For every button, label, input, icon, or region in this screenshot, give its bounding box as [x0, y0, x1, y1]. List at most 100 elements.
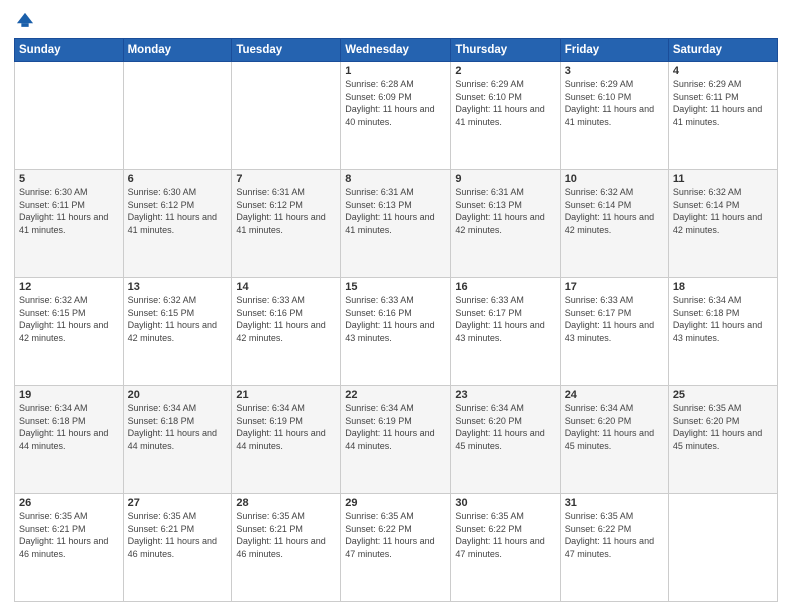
day-info: Sunrise: 6:34 AMSunset: 6:19 PMDaylight:… [236, 402, 336, 452]
day-info: Sunrise: 6:33 AMSunset: 6:17 PMDaylight:… [565, 294, 664, 344]
calendar-week-row: 26Sunrise: 6:35 AMSunset: 6:21 PMDayligh… [15, 494, 778, 602]
day-info: Sunrise: 6:35 AMSunset: 6:21 PMDaylight:… [19, 510, 119, 560]
day-number: 21 [236, 389, 336, 401]
calendar-header-row: SundayMondayTuesdayWednesdayThursdayFrid… [15, 39, 778, 62]
day-number: 13 [128, 281, 228, 293]
calendar-week-row: 1Sunrise: 6:28 AMSunset: 6:09 PMDaylight… [15, 62, 778, 170]
calendar-cell: 30Sunrise: 6:35 AMSunset: 6:22 PMDayligh… [451, 494, 560, 602]
day-info: Sunrise: 6:35 AMSunset: 6:21 PMDaylight:… [236, 510, 336, 560]
day-info: Sunrise: 6:29 AMSunset: 6:10 PMDaylight:… [455, 78, 555, 128]
day-info: Sunrise: 6:34 AMSunset: 6:19 PMDaylight:… [345, 402, 446, 452]
day-info: Sunrise: 6:35 AMSunset: 6:22 PMDaylight:… [565, 510, 664, 560]
day-number: 12 [19, 281, 119, 293]
calendar-week-row: 19Sunrise: 6:34 AMSunset: 6:18 PMDayligh… [15, 386, 778, 494]
day-info: Sunrise: 6:30 AMSunset: 6:11 PMDaylight:… [19, 186, 119, 236]
calendar-cell: 8Sunrise: 6:31 AMSunset: 6:13 PMDaylight… [341, 170, 451, 278]
day-info: Sunrise: 6:35 AMSunset: 6:22 PMDaylight:… [345, 510, 446, 560]
calendar-cell: 16Sunrise: 6:33 AMSunset: 6:17 PMDayligh… [451, 278, 560, 386]
day-number: 19 [19, 389, 119, 401]
day-number: 16 [455, 281, 555, 293]
calendar-header-sunday: Sunday [15, 39, 124, 62]
calendar-header-saturday: Saturday [668, 39, 777, 62]
calendar-cell: 26Sunrise: 6:35 AMSunset: 6:21 PMDayligh… [15, 494, 124, 602]
day-info: Sunrise: 6:32 AMSunset: 6:15 PMDaylight:… [19, 294, 119, 344]
calendar-cell: 29Sunrise: 6:35 AMSunset: 6:22 PMDayligh… [341, 494, 451, 602]
day-number: 23 [455, 389, 555, 401]
day-number: 29 [345, 497, 446, 509]
calendar-cell: 21Sunrise: 6:34 AMSunset: 6:19 PMDayligh… [232, 386, 341, 494]
day-info: Sunrise: 6:34 AMSunset: 6:18 PMDaylight:… [128, 402, 228, 452]
calendar-cell: 20Sunrise: 6:34 AMSunset: 6:18 PMDayligh… [123, 386, 232, 494]
day-number: 20 [128, 389, 228, 401]
calendar-cell [232, 62, 341, 170]
day-info: Sunrise: 6:31 AMSunset: 6:13 PMDaylight:… [345, 186, 446, 236]
calendar-header-tuesday: Tuesday [232, 39, 341, 62]
day-number: 28 [236, 497, 336, 509]
day-info: Sunrise: 6:34 AMSunset: 6:20 PMDaylight:… [455, 402, 555, 452]
header [14, 10, 778, 32]
calendar-cell: 28Sunrise: 6:35 AMSunset: 6:21 PMDayligh… [232, 494, 341, 602]
day-number: 1 [345, 65, 446, 77]
calendar-cell: 14Sunrise: 6:33 AMSunset: 6:16 PMDayligh… [232, 278, 341, 386]
calendar-cell [668, 494, 777, 602]
calendar-cell: 24Sunrise: 6:34 AMSunset: 6:20 PMDayligh… [560, 386, 668, 494]
day-number: 17 [565, 281, 664, 293]
calendar-week-row: 12Sunrise: 6:32 AMSunset: 6:15 PMDayligh… [15, 278, 778, 386]
day-info: Sunrise: 6:32 AMSunset: 6:14 PMDaylight:… [565, 186, 664, 236]
day-number: 2 [455, 65, 555, 77]
day-info: Sunrise: 6:33 AMSunset: 6:16 PMDaylight:… [236, 294, 336, 344]
day-number: 30 [455, 497, 555, 509]
day-number: 6 [128, 173, 228, 185]
day-number: 27 [128, 497, 228, 509]
calendar-header-wednesday: Wednesday [341, 39, 451, 62]
page: SundayMondayTuesdayWednesdayThursdayFrid… [0, 0, 792, 612]
calendar-header-friday: Friday [560, 39, 668, 62]
day-info: Sunrise: 6:34 AMSunset: 6:20 PMDaylight:… [565, 402, 664, 452]
calendar-table: SundayMondayTuesdayWednesdayThursdayFrid… [14, 38, 778, 602]
day-info: Sunrise: 6:30 AMSunset: 6:12 PMDaylight:… [128, 186, 228, 236]
day-info: Sunrise: 6:31 AMSunset: 6:12 PMDaylight:… [236, 186, 336, 236]
day-info: Sunrise: 6:29 AMSunset: 6:11 PMDaylight:… [673, 78, 773, 128]
calendar-cell: 1Sunrise: 6:28 AMSunset: 6:09 PMDaylight… [341, 62, 451, 170]
day-info: Sunrise: 6:31 AMSunset: 6:13 PMDaylight:… [455, 186, 555, 236]
calendar-cell: 3Sunrise: 6:29 AMSunset: 6:10 PMDaylight… [560, 62, 668, 170]
calendar-cell: 9Sunrise: 6:31 AMSunset: 6:13 PMDaylight… [451, 170, 560, 278]
day-number: 26 [19, 497, 119, 509]
day-info: Sunrise: 6:35 AMSunset: 6:21 PMDaylight:… [128, 510, 228, 560]
calendar-cell: 11Sunrise: 6:32 AMSunset: 6:14 PMDayligh… [668, 170, 777, 278]
calendar-cell: 7Sunrise: 6:31 AMSunset: 6:12 PMDaylight… [232, 170, 341, 278]
calendar-cell: 10Sunrise: 6:32 AMSunset: 6:14 PMDayligh… [560, 170, 668, 278]
day-info: Sunrise: 6:34 AMSunset: 6:18 PMDaylight:… [673, 294, 773, 344]
calendar-cell: 27Sunrise: 6:35 AMSunset: 6:21 PMDayligh… [123, 494, 232, 602]
logo [14, 10, 38, 32]
calendar-cell: 13Sunrise: 6:32 AMSunset: 6:15 PMDayligh… [123, 278, 232, 386]
day-number: 8 [345, 173, 446, 185]
calendar-cell: 17Sunrise: 6:33 AMSunset: 6:17 PMDayligh… [560, 278, 668, 386]
calendar-week-row: 5Sunrise: 6:30 AMSunset: 6:11 PMDaylight… [15, 170, 778, 278]
calendar-cell: 2Sunrise: 6:29 AMSunset: 6:10 PMDaylight… [451, 62, 560, 170]
day-info: Sunrise: 6:34 AMSunset: 6:18 PMDaylight:… [19, 402, 119, 452]
calendar-cell: 31Sunrise: 6:35 AMSunset: 6:22 PMDayligh… [560, 494, 668, 602]
day-info: Sunrise: 6:35 AMSunset: 6:22 PMDaylight:… [455, 510, 555, 560]
day-info: Sunrise: 6:35 AMSunset: 6:20 PMDaylight:… [673, 402, 773, 452]
day-number: 25 [673, 389, 773, 401]
calendar-cell: 22Sunrise: 6:34 AMSunset: 6:19 PMDayligh… [341, 386, 451, 494]
day-number: 18 [673, 281, 773, 293]
day-info: Sunrise: 6:32 AMSunset: 6:14 PMDaylight:… [673, 186, 773, 236]
calendar-cell: 23Sunrise: 6:34 AMSunset: 6:20 PMDayligh… [451, 386, 560, 494]
day-info: Sunrise: 6:32 AMSunset: 6:15 PMDaylight:… [128, 294, 228, 344]
logo-icon [14, 10, 36, 32]
day-number: 31 [565, 497, 664, 509]
calendar-cell: 4Sunrise: 6:29 AMSunset: 6:11 PMDaylight… [668, 62, 777, 170]
day-number: 3 [565, 65, 664, 77]
day-number: 4 [673, 65, 773, 77]
day-number: 11 [673, 173, 773, 185]
calendar-cell: 12Sunrise: 6:32 AMSunset: 6:15 PMDayligh… [15, 278, 124, 386]
day-number: 22 [345, 389, 446, 401]
calendar-cell: 18Sunrise: 6:34 AMSunset: 6:18 PMDayligh… [668, 278, 777, 386]
day-info: Sunrise: 6:33 AMSunset: 6:17 PMDaylight:… [455, 294, 555, 344]
day-info: Sunrise: 6:33 AMSunset: 6:16 PMDaylight:… [345, 294, 446, 344]
day-info: Sunrise: 6:29 AMSunset: 6:10 PMDaylight:… [565, 78, 664, 128]
calendar-header-monday: Monday [123, 39, 232, 62]
day-number: 7 [236, 173, 336, 185]
